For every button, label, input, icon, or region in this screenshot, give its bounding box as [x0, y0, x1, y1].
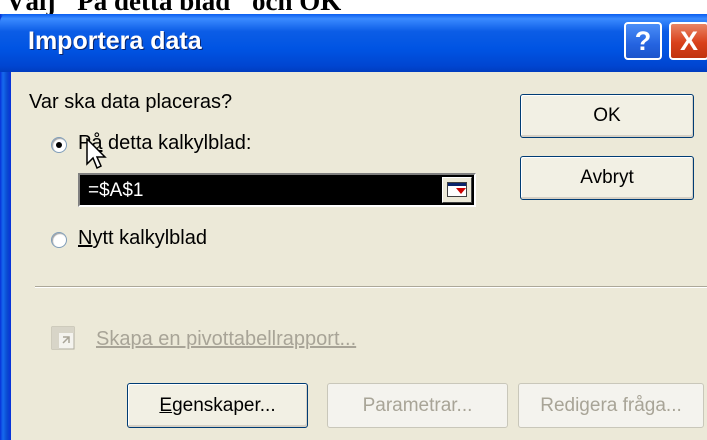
properties-label: genskaper...: [172, 394, 276, 416]
reference-value: =$A$1: [88, 180, 144, 201]
collapse-dialog-button[interactable]: [442, 177, 472, 203]
label-accelerator: N: [78, 227, 93, 249]
title-bar[interactable]: Importera data ? X: [0, 14, 707, 72]
collapse-dialog-icon: [447, 182, 467, 197]
properties-accelerator: E: [159, 394, 173, 416]
import-data-dialog: Importera data ? X Var ska data placeras…: [0, 14, 707, 440]
ok-button[interactable]: OK: [520, 94, 694, 138]
dialog-title: Importera data: [28, 27, 202, 55]
cancel-button[interactable]: Avbryt: [520, 156, 694, 200]
radio-new-sheet-label[interactable]: Nytt kalkylblad: [78, 227, 207, 250]
background-instruction-text: Välj "På detta blad" och OK: [6, 0, 341, 14]
radio-this-sheet[interactable]: [51, 137, 67, 153]
create-pivot-link[interactable]: Skapa en pivottabellrapport...: [96, 328, 356, 351]
parameters-button[interactable]: Parametrar...: [327, 383, 508, 428]
label-part: ytt kalkylblad: [92, 227, 207, 249]
separator-line: [35, 286, 707, 288]
properties-button[interactable]: Egenskaper...: [127, 383, 308, 428]
close-icon: X: [679, 25, 698, 56]
reference-input[interactable]: =$A$1: [78, 173, 476, 207]
help-button[interactable]: ?: [624, 22, 662, 60]
edit-query-button[interactable]: Redigera fråga...: [518, 383, 704, 428]
close-button[interactable]: X: [669, 22, 707, 60]
mouse-pointer-icon: [86, 138, 107, 170]
placement-question: Var ska data placeras?: [29, 91, 233, 113]
pivot-table-icon: [51, 326, 75, 350]
dialog-frame-left: [0, 14, 11, 440]
help-icon: ?: [634, 25, 652, 56]
label-part: detta kalkylblad:: [102, 132, 252, 154]
radio-new-sheet[interactable]: [51, 232, 67, 248]
background-document: Välj "På detta blad" och OK: [0, 0, 707, 14]
